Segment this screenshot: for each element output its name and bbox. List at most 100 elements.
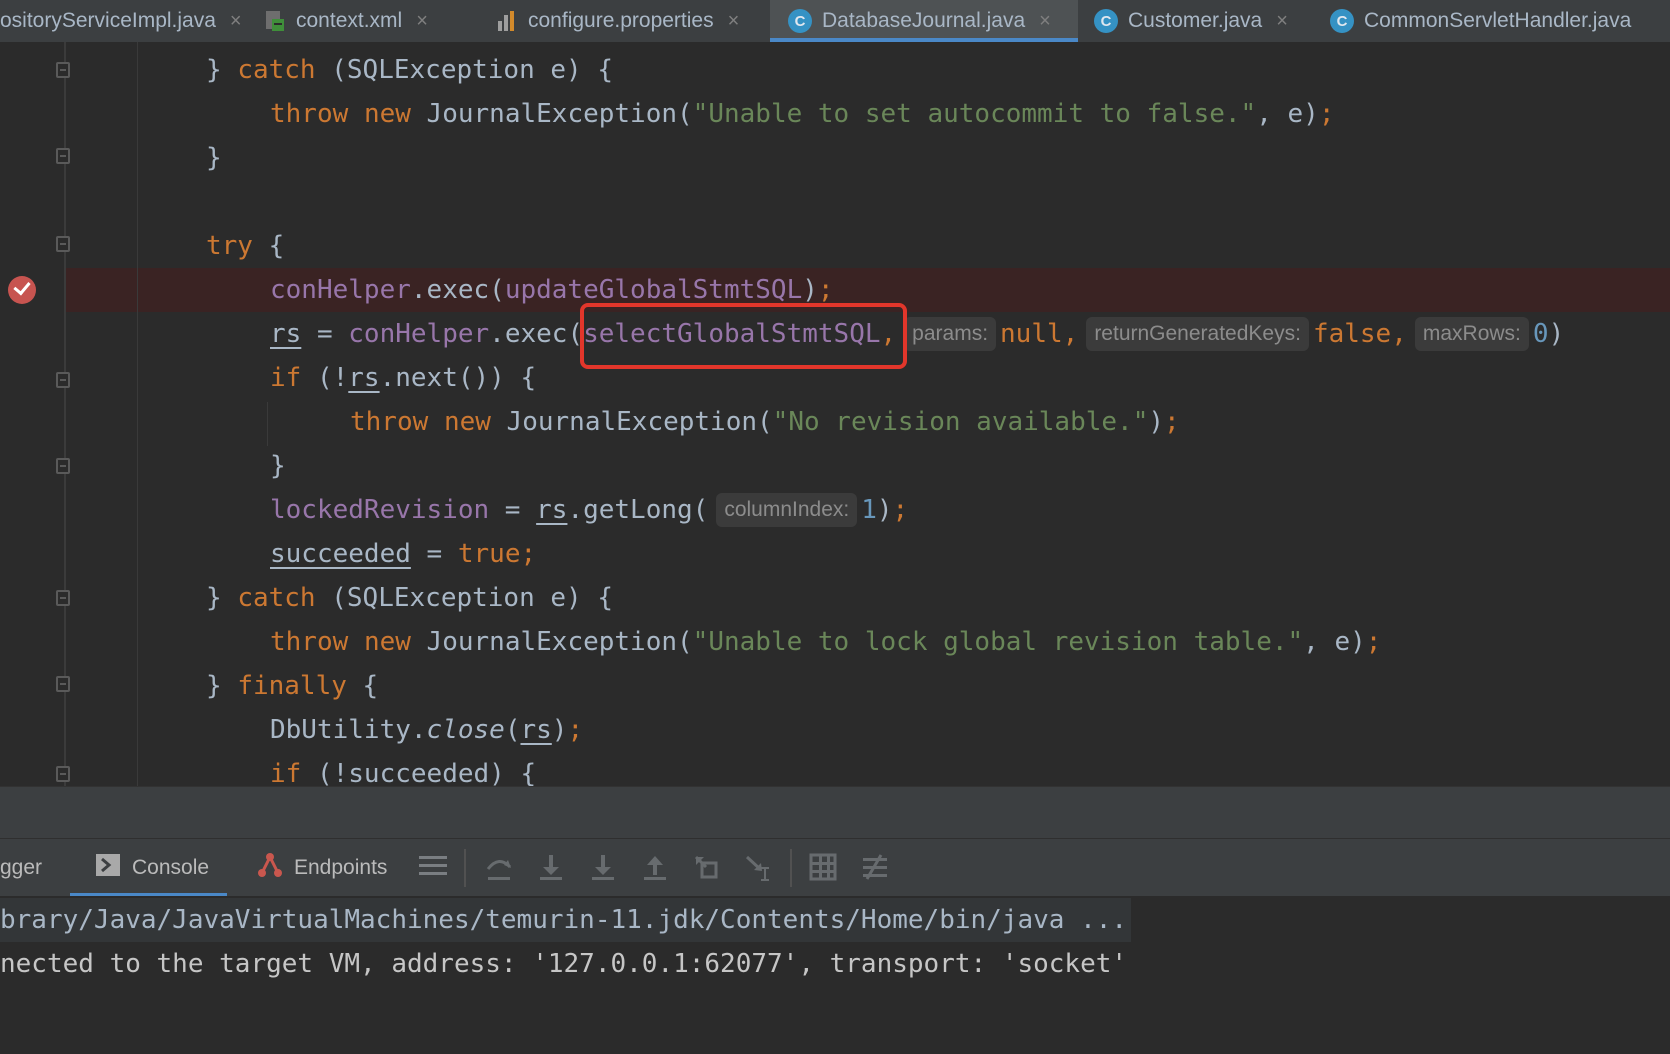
- close-icon[interactable]: ×: [416, 10, 428, 33]
- code-token: ): [876, 495, 893, 525]
- java-class-icon: C: [1094, 9, 1118, 33]
- console-output[interactable]: brary/Java/JavaVirtualMachines/temurin-1…: [0, 896, 1670, 1054]
- code-line[interactable]: } catch (SQLException e) {: [206, 48, 613, 92]
- code-token: new: [363, 99, 411, 129]
- code-token: .exec(: [489, 319, 584, 349]
- code-token: ): [1148, 407, 1165, 437]
- code-token: (: [504, 715, 521, 745]
- step-into-icon[interactable]: [536, 853, 566, 883]
- code-line[interactable]: if (!succeeded) {: [270, 752, 536, 786]
- code-token: if: [270, 759, 302, 786]
- debug-toolbar: gger Console Endpoints: [0, 838, 1670, 898]
- code-token: JournalException(: [410, 99, 693, 129]
- code-token: null: [1000, 319, 1063, 349]
- code-token: }: [270, 451, 286, 481]
- tab-label: Customer.java: [1128, 9, 1263, 32]
- tab-database-journal[interactable]: C DatabaseJournal.java ×: [770, 0, 1078, 42]
- force-step-into-icon[interactable]: [588, 853, 618, 883]
- fold-marker-icon[interactable]: [56, 148, 70, 164]
- code-line[interactable]: throw new JournalException("Unable to lo…: [270, 620, 1381, 664]
- code-line[interactable]: } catch (SQLException e) {: [206, 576, 613, 620]
- parameter-hint: columnIndex:: [716, 493, 858, 527]
- code-line[interactable]: }: [270, 444, 286, 488]
- code-line[interactable]: } finally {: [206, 664, 378, 708]
- tab-debugger[interactable]: gger: [0, 839, 42, 897]
- close-icon[interactable]: ×: [230, 10, 242, 33]
- close-icon[interactable]: ×: [1276, 10, 1288, 33]
- breakpoint-icon[interactable]: [8, 276, 36, 304]
- code-token: catch: [237, 583, 316, 613]
- code-token: finally: [237, 671, 347, 701]
- tab-label: configure.properties: [528, 9, 714, 32]
- code-token: .exec(: [410, 275, 505, 305]
- code-editor[interactable]: } catch (SQLException e) { throw new Jou…: [0, 42, 1670, 786]
- code-token: }: [206, 55, 238, 85]
- close-icon[interactable]: ×: [728, 10, 740, 33]
- code-token: succeeded: [270, 539, 411, 569]
- code-token: {: [252, 231, 285, 261]
- editor-gutter[interactable]: [0, 42, 130, 786]
- tab-customer-java[interactable]: C Customer.java ×: [1094, 0, 1288, 42]
- code-line[interactable]: lockedRevision = rs.getLong(columnIndex:…: [270, 488, 908, 532]
- fold-marker-icon[interactable]: [56, 676, 70, 692]
- parameter-hint: params:: [904, 317, 997, 351]
- indent-guide: [137, 42, 138, 786]
- tab-common-servlet-handler[interactable]: C CommonServletHandler.java: [1330, 0, 1631, 42]
- code-token: ;: [892, 495, 909, 525]
- trace-icon[interactable]: [860, 853, 890, 883]
- code-line[interactable]: DbUtility.close(rs);: [270, 708, 583, 752]
- fold-marker-icon[interactable]: [56, 590, 70, 606]
- code-line[interactable]: succeeded = true;: [270, 532, 536, 576]
- annotation-highlight-box: [580, 303, 907, 369]
- tab-endpoints[interactable]: Endpoints: [256, 839, 387, 897]
- code-token: DbUtility.: [270, 715, 427, 745]
- panel-separator[interactable]: [0, 786, 1670, 839]
- editor-tab-bar: ositoryServiceImpl.java × context.xml × …: [0, 0, 1670, 43]
- code-line[interactable]: throw new JournalException("No revision …: [350, 400, 1180, 444]
- fold-marker-icon[interactable]: [56, 458, 70, 474]
- fold-marker-icon[interactable]: [56, 236, 70, 252]
- console-icon: [96, 854, 120, 882]
- endpoints-icon: [256, 851, 284, 885]
- code-line[interactable]: try {: [206, 224, 284, 268]
- evaluate-icon[interactable]: [808, 853, 838, 883]
- step-over-icon[interactable]: [484, 853, 514, 883]
- code-token: ;: [520, 539, 537, 569]
- tab-console[interactable]: Console: [70, 839, 228, 897]
- code-token: "Unable to set autocommit to false.": [692, 99, 1257, 129]
- fold-marker-icon[interactable]: [56, 766, 70, 782]
- tab-context-xml[interactable]: context.xml ×: [264, 0, 428, 42]
- drop-frame-icon[interactable]: [692, 853, 722, 883]
- code-token: ;: [817, 275, 834, 305]
- code-token: "Unable to lock global revision table.": [692, 627, 1304, 657]
- code-token: ): [551, 715, 568, 745]
- tab-configure-properties[interactable]: configure.properties ×: [496, 0, 739, 42]
- java-class-icon: C: [1330, 9, 1354, 33]
- fold-marker-icon[interactable]: [56, 372, 70, 388]
- code-token: (SQLException e) {: [315, 583, 614, 613]
- code-token: try: [206, 231, 253, 261]
- code-line[interactable]: rs = conHelper.exec(selectGlobalStmtSQL,…: [270, 312, 1564, 356]
- properties-file-icon: [496, 9, 518, 33]
- code-token: new: [363, 627, 411, 657]
- xml-file-icon: [264, 9, 286, 33]
- tab-label: DatabaseJournal.java: [822, 9, 1026, 32]
- code-token: conHelper: [348, 319, 490, 349]
- fold-marker-icon[interactable]: [56, 62, 70, 78]
- code-line[interactable]: }: [206, 136, 222, 180]
- code-token: (!: [301, 363, 349, 393]
- tab-repository-service-impl[interactable]: ositoryServiceImpl.java ×: [0, 0, 242, 42]
- indent-guide: [267, 402, 268, 446]
- code-line[interactable]: if (!rs.next()) {: [270, 356, 536, 400]
- code-line[interactable]: throw new JournalException("Unable to se…: [270, 92, 1334, 136]
- run-to-cursor-icon[interactable]: [744, 853, 774, 883]
- code-token: lockedRevision: [270, 495, 490, 525]
- close-icon[interactable]: ×: [1039, 10, 1051, 33]
- step-out-icon[interactable]: [640, 853, 670, 883]
- tab-label: context.xml: [296, 9, 403, 32]
- code-token: .next()) {: [379, 363, 537, 393]
- code-token: JournalException(: [490, 407, 773, 437]
- menu-icon[interactable]: [418, 853, 448, 883]
